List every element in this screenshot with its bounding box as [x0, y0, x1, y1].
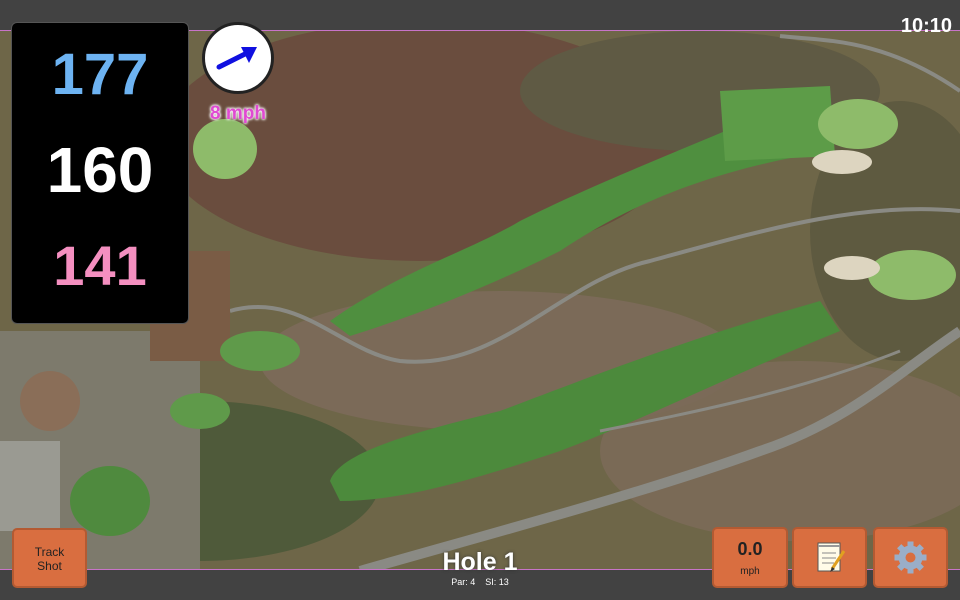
speed-button[interactable]: 0.0 mph: [712, 527, 788, 588]
settings-button[interactable]: [873, 527, 948, 588]
wind-indicator: [202, 22, 274, 94]
wind-arrow-icon: [216, 47, 257, 70]
clock: 10:10: [900, 15, 952, 37]
distance-back: 177: [51, 42, 149, 107]
track-shot-button[interactable]: Track Shot: [12, 528, 87, 588]
gear-icon: [894, 541, 927, 574]
distance-panel: 177 160 141: [11, 22, 189, 324]
track-shot-label-line1: Track: [34, 545, 65, 559]
distance-middle: 160: [46, 134, 154, 206]
notes-button[interactable]: [792, 527, 867, 588]
hole-par: Par: 4: [451, 577, 476, 587]
speed-unit: mph: [740, 566, 760, 577]
notepad-icon: [817, 542, 846, 572]
track-shot-label-line2: Shot: [37, 559, 62, 573]
hole-stroke-index: SI: 13: [485, 577, 509, 587]
hole-info: Par: 4 SI: 13: [380, 577, 580, 587]
wind-speed-label: 8 mph: [210, 103, 266, 124]
distance-front: 141: [53, 234, 147, 297]
speed-value: 0.0: [737, 539, 763, 559]
hole-title: Hole 1: [442, 548, 518, 576]
